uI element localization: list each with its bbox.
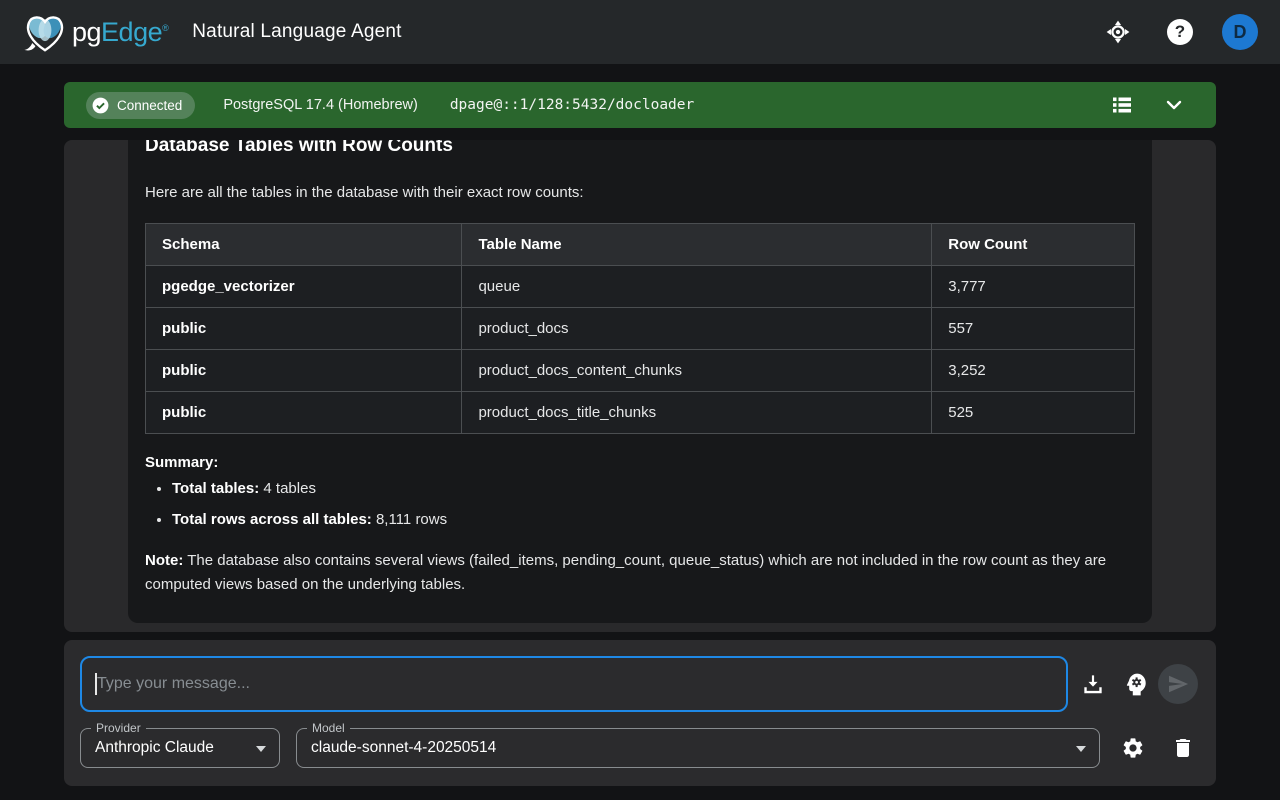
row-count-cell: 3,252 <box>932 350 1135 392</box>
row-count-cell: 525 <box>932 392 1135 434</box>
send-button[interactable] <box>1158 664 1198 704</box>
download-button[interactable] <box>1073 664 1113 704</box>
page-title: Natural Language Agent <box>192 21 401 43</box>
message-intro: Here are all the tables in the database … <box>145 183 1135 202</box>
assistant-message: Database Tables with Row Counts Here are… <box>128 140 1152 623</box>
connection-status-label: Connected <box>117 98 182 113</box>
table-row: public product_docs_title_chunks 525 <box>146 392 1135 434</box>
list-item: Total rows across all tables: 8,111 rows <box>172 510 1135 529</box>
user-avatar[interactable]: D <box>1222 14 1258 50</box>
ai-insights-button[interactable] <box>1116 664 1156 704</box>
composer-panel: Provider Anthropic Claude Model claude-s… <box>64 640 1216 786</box>
chat-scroll-area[interactable]: Database Tables with Row Counts Here are… <box>64 140 1216 632</box>
download-icon <box>1080 671 1106 697</box>
message-input[interactable] <box>80 656 1068 712</box>
table-header-row: Schema Table Name Row Count <box>146 224 1135 266</box>
theme-toggle-button[interactable] <box>1098 12 1138 52</box>
provider-label: Provider <box>91 721 146 735</box>
gear-icon <box>1121 736 1145 760</box>
list-icon <box>1110 93 1134 117</box>
pgedge-logo: pgEdge® <box>22 11 168 53</box>
brand-wordmark: pgEdge® <box>72 17 168 48</box>
schema-cell: public <box>146 308 462 350</box>
model-value: claude-sonnet-4-20250514 <box>297 739 496 757</box>
table-row: pgedge_vectorizer queue 3,777 <box>146 266 1135 308</box>
row-count-cell: 3,777 <box>932 266 1135 308</box>
list-item: Total tables: 4 tables <box>172 479 1135 498</box>
help-button[interactable]: ? <box>1160 12 1200 52</box>
table-name-cell: queue <box>462 266 932 308</box>
schema-cell: public <box>146 392 462 434</box>
table-name-cell: product_docs_title_chunks <box>462 392 932 434</box>
connection-expand-button[interactable] <box>1154 85 1194 125</box>
model-select[interactable]: Model claude-sonnet-4-20250514 <box>296 728 1100 768</box>
connection-string: dpage@::1/128:5432/docloader <box>450 97 694 113</box>
chevron-down-icon <box>1162 93 1186 117</box>
schema-cell: pgedge_vectorizer <box>146 266 462 308</box>
message-note: Note: The database also contains several… <box>145 549 1135 597</box>
dropdown-arrow-icon <box>1076 746 1086 752</box>
text-caret <box>95 673 97 695</box>
provider-value: Anthropic Claude <box>81 739 214 757</box>
brightness-icon <box>1105 19 1131 45</box>
table-name-cell: product_docs <box>462 308 932 350</box>
summary-label: Summary: <box>145 454 1135 471</box>
model-label: Model <box>307 721 350 735</box>
summary-list: Total tables: 4 tables Total rows across… <box>145 479 1135 529</box>
app-header: pgEdge® Natural Language Agent ? D <box>0 0 1280 64</box>
message-heading: Database Tables with Row Counts <box>145 140 1135 157</box>
model-settings-button[interactable] <box>1113 728 1153 768</box>
trash-icon <box>1171 736 1195 760</box>
column-header: Schema <box>146 224 462 266</box>
row-count-cell: 557 <box>932 308 1135 350</box>
psychology-icon <box>1123 671 1150 698</box>
connection-bar: Connected PostgreSQL 17.4 (Homebrew) dpa… <box>64 82 1216 128</box>
column-header: Table Name <box>462 224 932 266</box>
table-row: public product_docs_content_chunks 3,252 <box>146 350 1135 392</box>
connection-details-button[interactable] <box>1102 85 1142 125</box>
schema-cell: public <box>146 350 462 392</box>
provider-select[interactable]: Provider Anthropic Claude <box>80 728 280 768</box>
clear-chat-button[interactable] <box>1163 728 1203 768</box>
connection-status-badge: Connected <box>86 92 195 119</box>
pgedge-heart-icon <box>22 11 68 53</box>
table-row: public product_docs 557 <box>146 308 1135 350</box>
db-tables-table: Schema Table Name Row Count pgedge_vecto… <box>145 223 1135 434</box>
dropdown-arrow-icon <box>256 746 266 752</box>
send-icon <box>1167 673 1189 695</box>
server-version-label: PostgreSQL 17.4 (Homebrew) <box>223 97 418 113</box>
check-circle-icon <box>91 96 110 115</box>
table-name-cell: product_docs_content_chunks <box>462 350 932 392</box>
help-icon: ? <box>1167 19 1193 45</box>
column-header: Row Count <box>932 224 1135 266</box>
